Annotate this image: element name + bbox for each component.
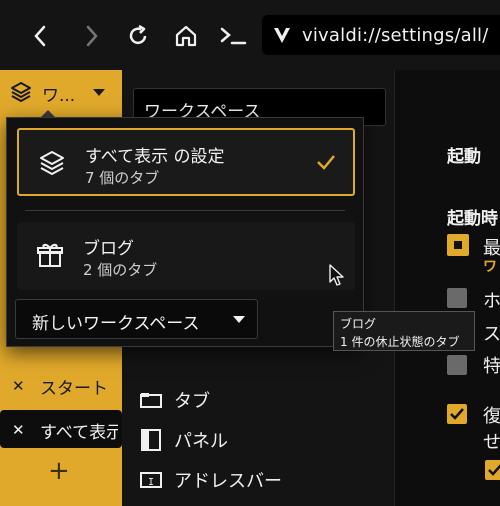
tooltip-detail: 1 件の休止状態のタブ (340, 335, 460, 349)
svg-text:I: I (148, 477, 154, 488)
close-icon[interactable]: ✕ (12, 421, 25, 439)
checkmark-icon (488, 464, 500, 476)
settings-nav-tabs[interactable]: タブ (140, 386, 210, 414)
option-label: 特 (483, 356, 500, 377)
checkmark-icon (317, 155, 335, 170)
workspace-tab-count: 2 個のタブ (83, 261, 158, 279)
tab-title: すべて表示 (40, 423, 118, 443)
settings-nav-address-bar[interactable]: I アドレスバー (140, 466, 282, 494)
startup-option-disabled[interactable] (447, 288, 467, 308)
gift-icon (37, 243, 63, 267)
command-prompt-icon (220, 27, 247, 45)
sub-checkbox[interactable] (485, 460, 500, 480)
caret-down-icon (93, 89, 105, 96)
reload-button[interactable] (122, 20, 154, 52)
settings-nav-panel[interactable]: パネル (140, 426, 228, 454)
home-button[interactable] (170, 20, 202, 52)
chevron-left-icon (34, 25, 46, 47)
startup-radio-selected[interactable] (447, 234, 469, 256)
caret-down-icon (233, 316, 245, 323)
tab-icon (140, 389, 162, 411)
workspace-layers-icon (11, 82, 31, 103)
settings-content: 起動 起動時 最 ワ ホ ス 特 復 せ (394, 70, 500, 506)
nav-label: タブ (174, 391, 210, 412)
close-icon[interactable]: ✕ (12, 377, 25, 395)
workspace-switcher[interactable]: ワ... (0, 70, 122, 114)
option-label: ホ (483, 291, 500, 312)
tab-title: スタート (40, 379, 108, 399)
tab-item-active[interactable]: ✕ すべて表示 (0, 410, 122, 448)
divider (25, 210, 345, 211)
workspace-switcher-label: ワ... (42, 86, 76, 106)
option-label: せ (483, 432, 500, 453)
chevron-right-icon (86, 25, 98, 47)
panel-icon (140, 429, 162, 451)
forward-button[interactable] (76, 20, 108, 52)
workspace-layers-icon (40, 151, 64, 176)
option-label: ス (483, 324, 500, 345)
address-text: vivaldi://settings/all/ (302, 25, 489, 46)
tab-item[interactable]: ✕ スタート (0, 366, 122, 404)
workspace-popup: すべて表示 の設定 7 個のタブ ブログ 2 個のタブ 新しいワークスペース (6, 117, 364, 347)
nav-label: パネル (174, 431, 228, 452)
command-chain-button[interactable] (218, 20, 250, 52)
reload-icon (129, 24, 147, 45)
checkmark-icon (450, 408, 464, 420)
new-tab-button[interactable]: + (48, 456, 70, 486)
section-title: 起動 (447, 147, 481, 167)
option-sublabel: ワ (483, 259, 497, 275)
workspace-item-selected[interactable]: すべて表示 の設定 7 個のタブ (17, 128, 355, 196)
workspace-name: ブログ (83, 239, 134, 259)
workspace-item[interactable]: ブログ 2 個のタブ (17, 222, 355, 290)
option-label: 復 (483, 406, 500, 427)
vivaldi-logo-icon (274, 28, 290, 43)
workspace-name: すべて表示 の設定 (85, 147, 225, 167)
browser-toolbar: vivaldi://settings/all/ (0, 0, 500, 70)
subsection-title: 起動時 (447, 209, 498, 229)
address-bar-icon: I (140, 469, 162, 491)
tooltip-title: ブログ (340, 317, 377, 331)
address-bar[interactable]: vivaldi://settings/all/ (262, 15, 500, 55)
new-workspace-dropdown[interactable]: 新しいワークスペース (15, 299, 258, 339)
home-icon (175, 25, 197, 47)
restore-checkbox[interactable] (447, 404, 467, 424)
nav-label: アドレスバー (174, 471, 282, 492)
new-workspace-label: 新しいワークスペース (32, 314, 200, 334)
startup-option-disabled[interactable] (447, 355, 467, 375)
workspace-tooltip: ブログ 1 件の休止状態のタブ (333, 311, 475, 351)
workspace-tab-count: 7 個のタブ (85, 169, 160, 187)
back-button[interactable] (24, 20, 56, 52)
mouse-cursor-icon (329, 264, 344, 286)
